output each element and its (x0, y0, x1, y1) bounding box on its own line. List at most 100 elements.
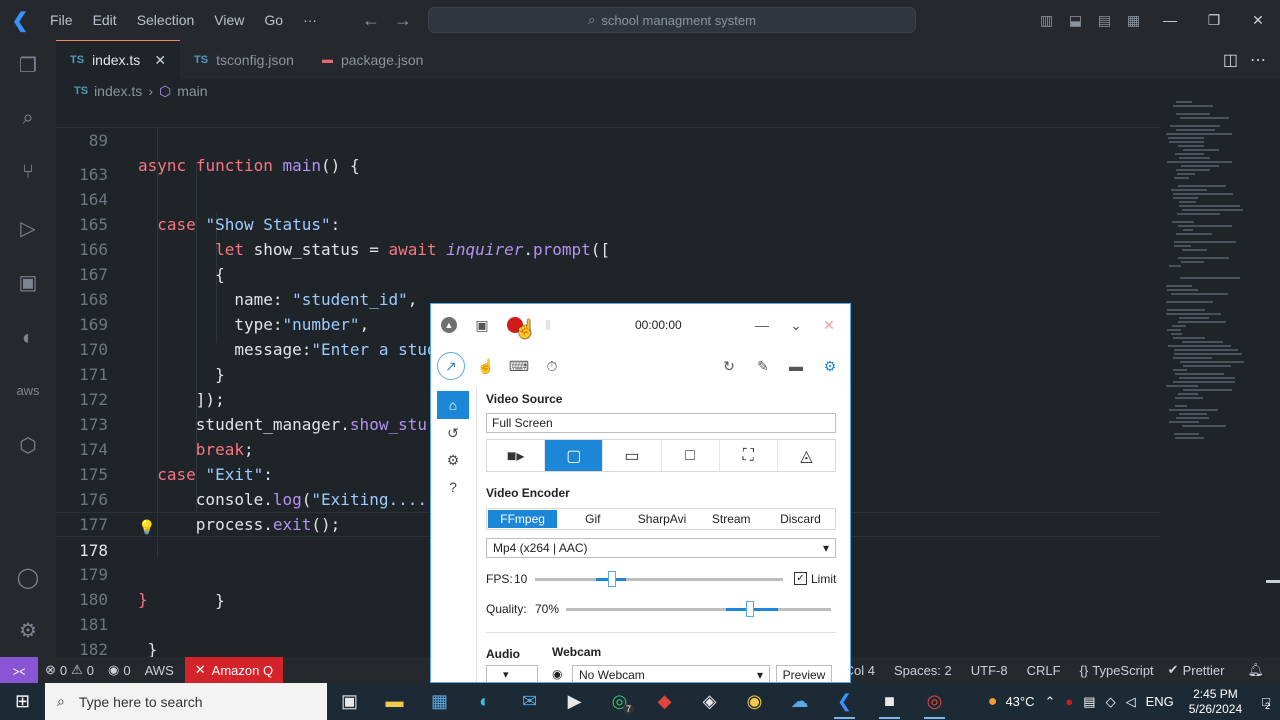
settings-gear-icon[interactable]: ⚙ (818, 354, 842, 378)
pause-icon[interactable]: ‖ (537, 314, 559, 336)
chevron-up-icon[interactable]: ⌃ (1040, 683, 1061, 720)
notification-center-icon[interactable]: □ 2 (1252, 683, 1280, 720)
encoder-gif[interactable]: Gif (558, 509, 627, 529)
remote-indicator-icon[interactable]: ⪥ (0, 657, 38, 683)
encoder-discard[interactable]: Discard (766, 509, 835, 529)
menu-go[interactable]: Go (254, 0, 293, 40)
aws-icon[interactable]: aws (0, 370, 56, 410)
problems-indicator[interactable]: ⊗ 0 ⚠ 0 (38, 657, 101, 683)
network-icon[interactable]: ▤ (1078, 683, 1100, 720)
sticky-scroll-header[interactable]: 89 async function main() { (56, 103, 1160, 175)
clock[interactable]: 2:45 PM 5/26/2024 (1179, 687, 1252, 717)
menu-edit[interactable]: Edit (83, 0, 127, 40)
app-icon[interactable]: ◈ (687, 683, 732, 720)
media-player-icon[interactable]: ▶ (552, 683, 597, 720)
screen-source-icon[interactable]: ▢ (545, 440, 604, 471)
fps-slider-thumb[interactable] (608, 571, 616, 587)
collapse-icon[interactable]: ▲ (438, 314, 460, 336)
tab-index-ts[interactable]: TS index.ts ✕ (56, 40, 181, 79)
manage-gear-icon[interactable]: ⚙ (0, 610, 56, 650)
breadcrumb-symbol[interactable]: main (177, 83, 207, 99)
keyboard-icon[interactable]: ⌨ (507, 354, 531, 378)
notifications-bell-icon[interactable]: 🔔︎ (1231, 657, 1280, 683)
cursor-icon[interactable]: ↗ (437, 352, 465, 380)
quality-slider-thumb[interactable] (746, 601, 754, 617)
encoding[interactable]: UTF-8 (959, 657, 1015, 683)
minimize-icon[interactable]: — (1148, 0, 1192, 40)
customize-layout-icon[interactable]: ▦ (1119, 0, 1148, 40)
cloud-app-icon[interactable]: ☁ (777, 683, 822, 720)
prettier-status[interactable]: ✔ Prettier (1161, 657, 1232, 683)
toggle-panel-icon[interactable]: ⬓ (1061, 0, 1090, 40)
audio-device-box[interactable]: ▾ (486, 665, 538, 682)
monitor-source-icon[interactable]: ▭ (603, 440, 662, 471)
minimize-icon[interactable]: — (751, 314, 773, 336)
limit-checkbox[interactable]: ✓ (794, 572, 807, 585)
minimap[interactable] (1160, 79, 1266, 657)
encoder-stream[interactable]: Stream (697, 509, 766, 529)
account-icon[interactable]: ◯ (0, 557, 56, 597)
forward-arrow-icon[interactable]: → (394, 10, 412, 31)
split-editor-icon[interactable]: ◫ (1223, 50, 1238, 70)
pen-icon[interactable]: ✎ (751, 354, 775, 378)
restore-icon[interactable]: ❐ (1192, 0, 1236, 40)
menu-more[interactable]: ··· (293, 0, 327, 40)
settings-gear-icon[interactable]: ⚙ (437, 446, 469, 474)
amazon-q-icon[interactable]: ⬡ (0, 425, 56, 465)
source-control-icon[interactable]: ⑂ (0, 152, 56, 192)
search-icon[interactable]: ⌕ (0, 98, 56, 138)
folder-icon[interactable]: ▬ (784, 354, 808, 378)
whatsapp-icon[interactable]: ◎ 7 (597, 683, 642, 720)
explorer-icon[interactable]: ❐ (0, 45, 56, 85)
recording-indicator-icon[interactable]: ● (1060, 683, 1078, 720)
language-mode[interactable]: {} TypeScript (1068, 657, 1161, 683)
scrollbar-thumb[interactable] (1266, 580, 1280, 583)
wps-icon[interactable]: ◆ (642, 683, 687, 720)
window-source-icon[interactable]: □ (662, 440, 720, 471)
webcam-source-icon[interactable]: ■▸ (487, 440, 546, 471)
more-actions-icon[interactable]: ⋯ (1250, 50, 1266, 70)
stopwatch-icon[interactable]: ⏱ (540, 354, 564, 378)
edge-icon[interactable]: ◐ (0, 318, 56, 358)
run-debug-icon[interactable]: ▷ (0, 208, 56, 248)
volume-icon[interactable]: ◁ (1121, 683, 1141, 720)
tab-package-json[interactable]: ▬ package.json (308, 40, 438, 79)
edge-browser-icon[interactable]: ◐ (462, 683, 507, 720)
close-tab-icon[interactable]: ✕ (154, 52, 166, 69)
encoder-ffmpeg[interactable]: FFmpeg (488, 510, 558, 528)
indentation[interactable]: Spaces: 2 (882, 657, 959, 683)
file-explorer-icon[interactable]: ▬ (372, 683, 417, 720)
back-arrow-icon[interactable]: ← (362, 10, 380, 31)
refresh-icon[interactable]: ↻ (717, 354, 741, 378)
windows-start-icon[interactable]: ⊞ (0, 683, 45, 720)
webcam-select[interactable]: No Webcam ▾ (572, 665, 770, 682)
extensions-icon[interactable]: ▣ (0, 262, 56, 302)
tab-tsconfig-json[interactable]: TS tsconfig.json (180, 40, 308, 79)
preview-button[interactable]: Preview (776, 665, 832, 682)
weather[interactable]: ● 43°C (983, 683, 1040, 720)
taskbar-search[interactable]: ⌕ Type here to search (45, 683, 327, 720)
menu-file[interactable]: File (40, 0, 83, 40)
store-icon[interactable]: ▦ (417, 683, 462, 720)
ports-indicator[interactable]: ◉ 0 (101, 657, 138, 683)
gamepad-source-icon[interactable]: ◬ (778, 440, 835, 471)
toggle-sidebar-icon[interactable]: ▥ (1032, 0, 1061, 40)
toggle-secondary-sidebar-icon[interactable]: ▤ (1090, 0, 1119, 40)
home-icon[interactable]: ⌂ (437, 391, 469, 419)
menu-selection[interactable]: Selection (127, 0, 205, 40)
vscode-taskbar-icon[interactable]: ❮ (822, 683, 867, 720)
menu-view[interactable]: View (204, 0, 254, 40)
history-icon[interactable]: ↺ (437, 419, 469, 447)
breadcrumb-file[interactable]: index.ts (94, 83, 142, 99)
collapse-down-icon[interactable]: ⌄ (785, 314, 807, 336)
recorder-taskbar-icon[interactable]: ◎ (912, 683, 957, 720)
wifi-icon[interactable]: ◇ (1101, 683, 1121, 720)
mail-icon[interactable]: ✉ (507, 683, 552, 720)
task-view-icon[interactable]: ▣ (327, 683, 372, 720)
hand-click-icon[interactable]: ☝ (474, 354, 498, 378)
close-icon[interactable]: ✕ (1236, 0, 1280, 40)
video-source-field[interactable]: Full Screen (486, 413, 836, 433)
line-ending[interactable]: CRLF (1015, 657, 1068, 683)
encoder-sharpavi[interactable]: SharpAvi (627, 509, 696, 529)
amazon-q-status[interactable]: ✕ Amazon Q (184, 657, 284, 683)
